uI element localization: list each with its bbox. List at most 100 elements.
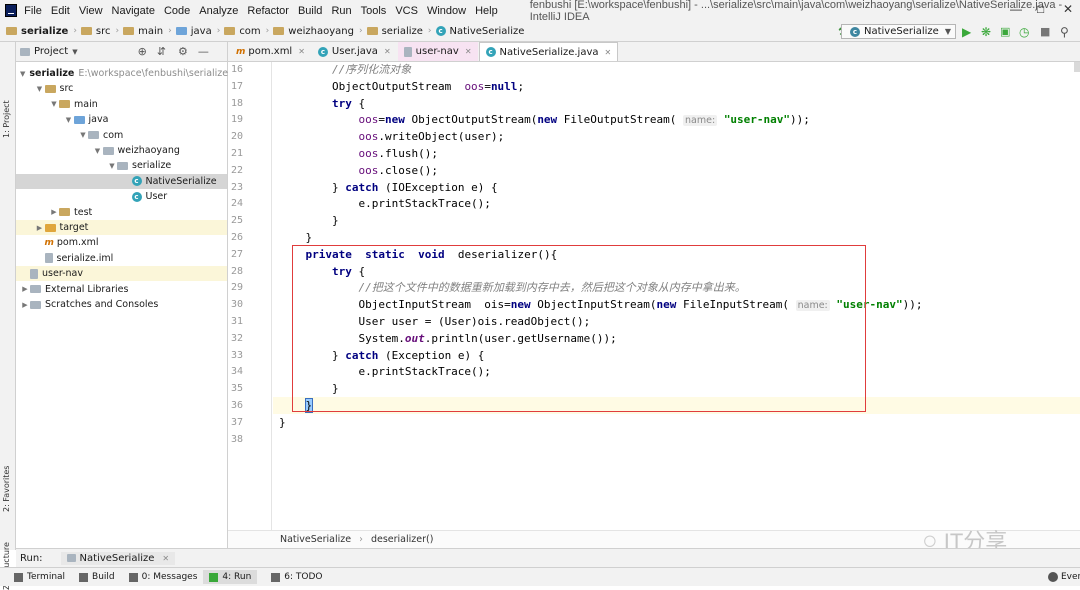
line-number[interactable]: 20	[213, 128, 243, 145]
favorites-tool-tab[interactable]: 2: Favorites	[2, 466, 11, 512]
scrollbar-marker[interactable]	[1074, 62, 1080, 72]
run-config-tab[interactable]: NativeSerialize ✕	[60, 551, 176, 565]
chevron-down-icon[interactable]: ▼	[35, 85, 45, 93]
tree-item-target[interactable]: ▶ target	[16, 220, 227, 235]
close-icon[interactable]: ✕	[1063, 2, 1073, 16]
tree-item-pom-xml[interactable]: m pom.xml	[16, 235, 227, 250]
bottom-tab-build[interactable]: Build	[79, 572, 115, 582]
nav-crumb-serialize[interactable]: serialize ›	[6, 26, 77, 37]
chevron-down-icon[interactable]: ▼	[64, 116, 74, 124]
run-icon[interactable]: ▶	[962, 25, 974, 39]
nav-crumb-serialize[interactable]: serialize ›	[366, 26, 432, 37]
nav-crumb-main[interactable]: main ›	[123, 26, 172, 37]
line-number[interactable]: 31	[213, 313, 243, 330]
line-number[interactable]: 37	[213, 414, 243, 431]
chevron-right-icon[interactable]: ▶	[35, 224, 45, 232]
close-tab-icon[interactable]: ✕	[298, 47, 305, 56]
close-tab-icon[interactable]: ✕	[465, 47, 472, 56]
code-line[interactable]: ObjectOutputStream oos=null;	[279, 78, 524, 95]
run-config-select[interactable]: c NativeSerialize ▼	[840, 24, 956, 39]
collapse-all-icon[interactable]: ⇵	[157, 45, 166, 58]
tree-item-serialize[interactable]: ▼ serialize E:\workspace\fenbushi\serializ…	[16, 66, 228, 81]
event-log-button[interactable]: Even	[1048, 572, 1080, 582]
code-line[interactable]: e.printStackTrace();	[279, 195, 490, 212]
chevron-down-icon[interactable]: ▼	[20, 70, 25, 78]
editor-tab-nativeserialize-java[interactable]: c NativeSerialize.java ✕	[478, 42, 619, 61]
chevron-down-icon[interactable]: ▼	[78, 131, 88, 139]
line-number[interactable]: 38	[213, 431, 243, 448]
menu-edit[interactable]: Edit	[50, 5, 71, 17]
close-tab-icon[interactable]: ✕	[162, 554, 169, 563]
chevron-down-icon[interactable]: ▼	[72, 48, 77, 56]
line-number[interactable]: 18	[213, 95, 243, 112]
line-number[interactable]: 26	[213, 229, 243, 246]
line-number[interactable]: 29	[213, 279, 243, 296]
line-number[interactable]: 21	[213, 145, 243, 162]
menu-run[interactable]: Run	[330, 5, 352, 17]
tree-item-serialize-iml[interactable]: serialize.iml	[16, 251, 227, 266]
nav-crumb-src[interactable]: src ›	[80, 26, 119, 37]
profile-icon[interactable]: ◷	[1019, 25, 1031, 39]
project-tool-tab[interactable]: 1: Project	[2, 100, 11, 138]
tree-item-user[interactable]: c User	[16, 189, 227, 204]
bottom-tab-terminal[interactable]: Terminal	[14, 572, 65, 582]
tree-item-test[interactable]: ▶ test	[16, 205, 227, 220]
line-number[interactable]: 25	[213, 212, 243, 229]
code-line[interactable]: //序列化流对象	[279, 62, 411, 78]
line-number[interactable]: 36	[213, 397, 243, 414]
stop-icon[interactable]: ■	[1040, 25, 1052, 38]
line-number[interactable]: 19	[213, 111, 243, 128]
code-line[interactable]: oos.close();	[279, 162, 437, 179]
breadcrumb-method[interactable]: deserializer()	[371, 534, 433, 545]
menu-navigate[interactable]: Navigate	[111, 5, 156, 17]
search-icon[interactable]: ⚲	[1060, 25, 1072, 39]
hide-panel-icon[interactable]: —	[198, 45, 209, 58]
tree-item-weizhaoyang[interactable]: ▼ weizhaoyang	[16, 143, 227, 158]
breadcrumb-class[interactable]: NativeSerialize	[280, 534, 351, 545]
code-line[interactable]: oos.writeObject(user);	[279, 128, 504, 145]
project-view-select[interactable]: Project	[34, 46, 68, 57]
line-number[interactable]: 32	[213, 330, 243, 347]
chevron-down-icon[interactable]: ▼	[107, 162, 117, 170]
line-number[interactable]: 28	[213, 263, 243, 280]
menu-vcs[interactable]: VCS	[394, 5, 419, 17]
editor-tab-pom-xml[interactable]: m pom.xml ✕	[230, 42, 311, 61]
menu-file[interactable]: File	[23, 5, 43, 17]
line-number[interactable]: 30	[213, 296, 243, 313]
nav-crumb-weizhaoyang[interactable]: weizhaoyang ›	[273, 26, 363, 37]
chevron-down-icon[interactable]: ▼	[49, 100, 59, 108]
menu-build[interactable]: Build	[297, 5, 323, 17]
line-number[interactable]: 16	[213, 61, 243, 78]
chevron-right-icon[interactable]: ▶	[20, 285, 30, 293]
line-number[interactable]: 17	[213, 78, 243, 95]
tree-item-src[interactable]: ▼ src	[16, 81, 227, 96]
editor-tab-user-nav[interactable]: user-nav ✕	[397, 42, 478, 61]
line-number[interactable]: 27	[213, 246, 243, 263]
chevron-down-icon[interactable]: ▼	[93, 147, 103, 155]
menu-tools[interactable]: Tools	[360, 5, 388, 17]
maximize-icon[interactable]: □	[1037, 2, 1044, 16]
menu-refactor[interactable]: Refactor	[246, 5, 290, 17]
gear-icon[interactable]: ⚙	[178, 45, 188, 58]
code-line[interactable]: }	[279, 212, 339, 229]
menu-analyze[interactable]: Analyze	[198, 5, 239, 17]
chevron-right-icon[interactable]: ▶	[20, 301, 30, 309]
line-number[interactable]: 35	[213, 380, 243, 397]
tree-item-com[interactable]: ▼ com	[16, 128, 227, 143]
close-tab-icon[interactable]: ✕	[605, 48, 612, 57]
bottom-tab-4-run[interactable]: 4: Run	[203, 570, 258, 584]
bottom-tab-0-messages[interactable]: 0: Messages	[128, 572, 197, 582]
line-number[interactable]: 33	[213, 347, 243, 364]
menu-code[interactable]: Code	[163, 5, 191, 17]
line-number[interactable]: 24	[213, 195, 243, 212]
tree-item-java[interactable]: ▼ java	[16, 112, 227, 127]
line-number[interactable]: 34	[213, 363, 243, 380]
tree-item-serialize[interactable]: ▼ serialize	[16, 158, 227, 173]
editor-tab-user-java[interactable]: c User.java ✕	[312, 42, 397, 61]
code-line[interactable]: } catch (IOException e) {	[279, 179, 498, 196]
code-line[interactable]: oos.flush();	[279, 145, 437, 162]
nav-crumb-com[interactable]: com ›	[224, 26, 269, 37]
chevron-right-icon[interactable]: ▶	[49, 208, 59, 216]
debug-icon[interactable]: ❋	[981, 25, 993, 39]
tree-item-scratches-and-consoles[interactable]: ▶ Scratches and Consoles	[16, 297, 227, 312]
